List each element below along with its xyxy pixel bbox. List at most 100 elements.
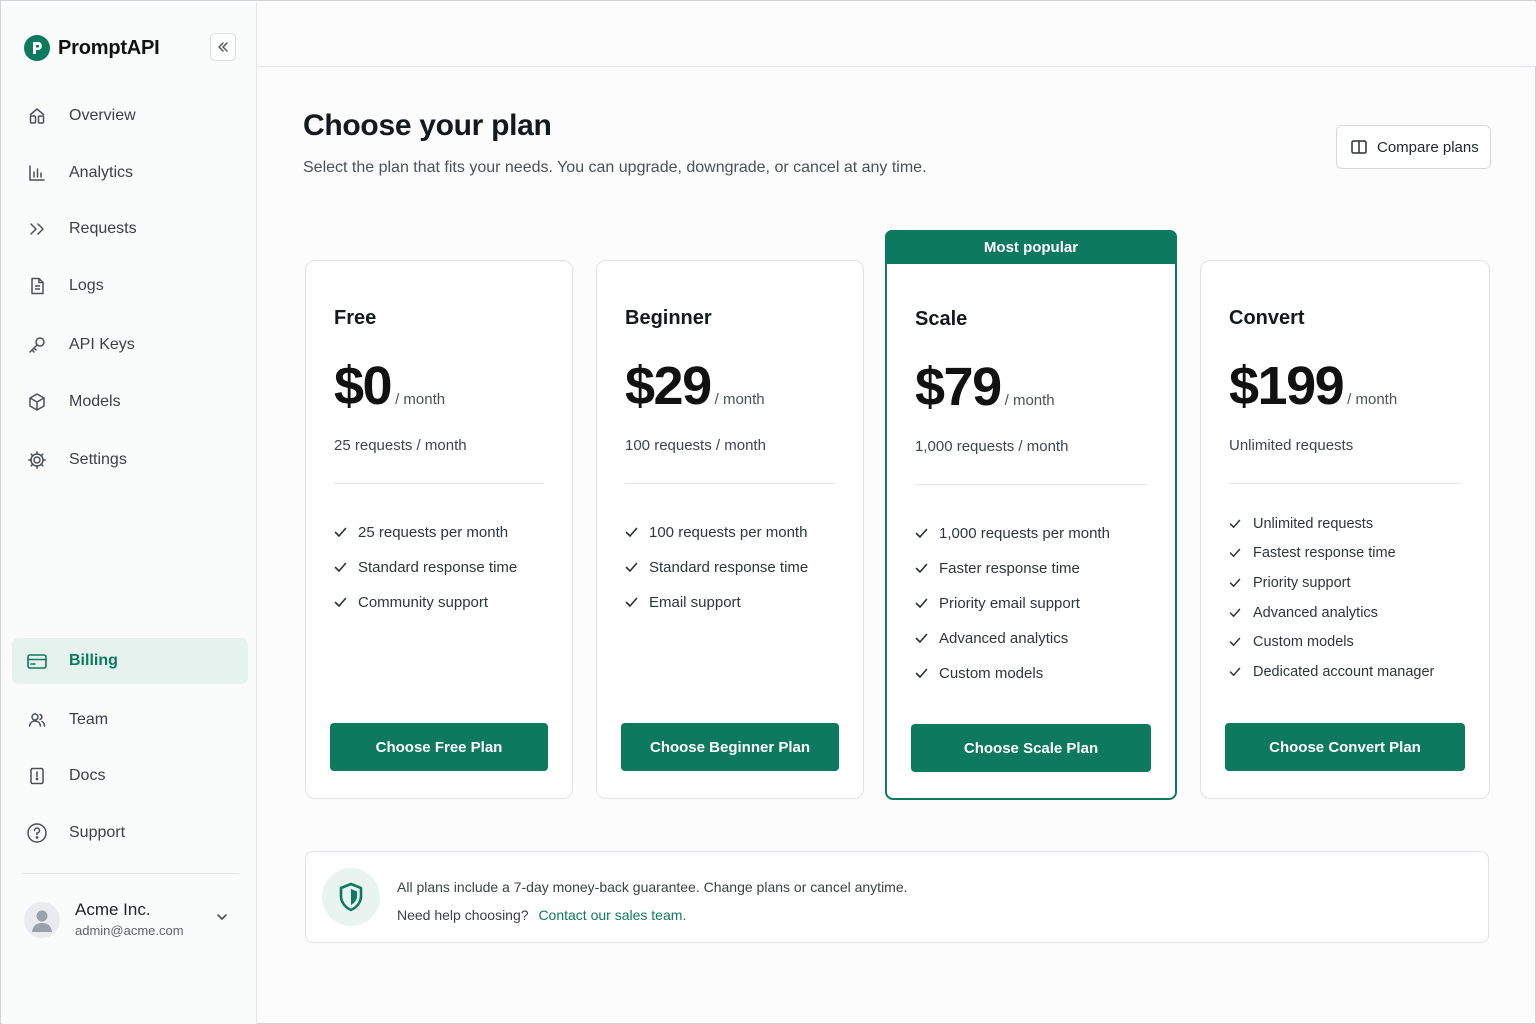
account-email: admin@acme.com: [75, 923, 184, 938]
feature-item: Standard response time: [334, 550, 517, 585]
check-icon: [625, 527, 639, 538]
help-prefix: Need help choosing?: [397, 907, 529, 923]
check-icon: [1229, 667, 1243, 677]
check-icon: [625, 562, 639, 573]
check-icon: [334, 527, 348, 538]
top-bar: [258, 2, 1536, 67]
feature-item: Faster response time: [915, 551, 1110, 586]
check-icon: [1229, 548, 1243, 558]
collapse-sidebar-button[interactable]: [210, 33, 236, 61]
feature-item: Advanced analytics: [1229, 598, 1434, 628]
gear-icon: [26, 449, 48, 471]
plan-divider: [334, 483, 544, 484]
sidebar-item-docs[interactable]: Docs: [12, 753, 248, 799]
plan-divider: [1229, 483, 1461, 484]
feature-text: Dedicated account manager: [1253, 663, 1435, 680]
price-period: / month: [1347, 391, 1398, 408]
brand-name: PromptAPI: [58, 36, 160, 59]
sidebar-divider: [22, 873, 239, 874]
choose-scale-plan-button[interactable]: Choose Scale Plan: [911, 724, 1151, 772]
chevrons-left-icon: [218, 42, 228, 52]
plan-divider: [915, 484, 1147, 485]
sidebar-item-requests[interactable]: Requests: [12, 206, 248, 252]
feature-list: Unlimited requests Fastest response time…: [1229, 509, 1434, 687]
feature-text: Unlimited requests: [1253, 515, 1374, 532]
feature-item: Advanced analytics: [915, 621, 1110, 656]
plan-quota: 100 requests / month: [625, 437, 766, 454]
feature-text: 1,000 requests per month: [939, 525, 1110, 542]
feature-item: Standard response time: [625, 550, 808, 585]
feature-text: Priority email support: [939, 595, 1080, 612]
price-period: / month: [1004, 392, 1055, 409]
home-icon: [26, 105, 48, 127]
feature-item: 100 requests per month: [625, 515, 808, 550]
price-amount: $199: [1229, 356, 1345, 416]
sidebar-item-label: Models: [69, 393, 121, 410]
sidebar-item-logs[interactable]: Logs: [12, 263, 248, 309]
feature-item: Priority email support: [915, 586, 1110, 621]
account-switcher[interactable]: Acme Inc. admin@acme.com: [24, 898, 239, 942]
contact-sales-link[interactable]: Contact our sales team.: [538, 907, 686, 923]
key-icon: [26, 334, 48, 356]
feature-text: Faster response time: [939, 560, 1080, 577]
sidebar-item-label: Settings: [69, 451, 127, 468]
sidebar-item-team[interactable]: Team: [12, 697, 248, 743]
sidebar-item-settings[interactable]: Settings: [12, 437, 248, 483]
plan-quota: Unlimited requests: [1229, 437, 1354, 454]
feature-list: 1,000 requests per month Faster response…: [915, 516, 1110, 691]
feature-text: Email support: [649, 594, 741, 611]
sidebar-item-label: Analytics: [69, 164, 134, 181]
check-icon: [915, 598, 929, 609]
price-amount: $79: [915, 357, 1002, 417]
feature-text: Fastest response time: [1253, 545, 1396, 562]
avatar: [24, 902, 60, 938]
plan-card-scale: Most popular Scale $79 / month 1,000 req…: [885, 230, 1177, 800]
most-popular-badge: Most popular: [885, 230, 1177, 264]
shield-icon: [322, 868, 380, 926]
check-icon: [915, 633, 929, 644]
sidebar-item-label: Overview: [69, 107, 136, 124]
sidebar: PromptAPI Overview Analytics Requests Lo…: [2, 2, 257, 1024]
chevron-down-icon[interactable]: [215, 910, 229, 929]
help-circle-icon: [26, 822, 48, 844]
page-title: Choose your plan: [303, 109, 552, 142]
choose-free-plan-button[interactable]: Choose Free Plan: [330, 723, 548, 771]
price-period: / month: [714, 391, 765, 408]
check-icon: [1229, 608, 1243, 618]
sidebar-item-overview[interactable]: Overview: [12, 93, 248, 139]
sidebar-item-label: API Keys: [69, 336, 135, 353]
guarantee-banner: All plans include a 7-day money-back gua…: [305, 851, 1489, 943]
sidebar-item-analytics[interactable]: Analytics: [12, 150, 248, 196]
sidebar-item-label: Support: [69, 824, 126, 841]
feature-text: 100 requests per month: [649, 524, 808, 541]
feature-text: Standard response time: [358, 559, 518, 576]
feature-item: Unlimited requests: [1229, 509, 1434, 539]
choose-beginner-plan-button[interactable]: Choose Beginner Plan: [621, 723, 839, 771]
credit-card-icon: [26, 650, 48, 672]
sidebar-item-models[interactable]: Models: [12, 379, 248, 425]
plan-quota: 1,000 requests / month: [915, 438, 1069, 455]
plan-name: Convert: [1229, 307, 1305, 329]
cube-icon: [26, 391, 48, 413]
columns-icon: [1351, 140, 1367, 154]
brand[interactable]: PromptAPI: [24, 34, 160, 62]
feature-list: 100 requests per month Standard response…: [625, 515, 808, 620]
check-icon: [915, 563, 929, 574]
feature-item: Custom models: [1229, 627, 1434, 657]
sidebar-item-api-keys[interactable]: API Keys: [12, 322, 248, 368]
sidebar-item-billing[interactable]: Billing: [12, 638, 248, 684]
check-icon: [625, 597, 639, 608]
sidebar-item-label: Team: [69, 711, 109, 728]
compare-plans-button[interactable]: Compare plans: [1336, 125, 1491, 169]
sidebar-item-label: Logs: [69, 277, 104, 294]
sidebar-item-support[interactable]: Support: [12, 810, 248, 856]
feature-item: Custom models: [915, 656, 1110, 691]
feature-text: Advanced analytics: [1253, 604, 1378, 621]
feature-text: Community support: [358, 594, 489, 611]
feature-item: 25 requests per month: [334, 515, 517, 550]
price-period: / month: [395, 391, 446, 408]
feature-item: Dedicated account manager: [1229, 657, 1434, 687]
plan-price: $199 / month: [1229, 355, 1397, 417]
feature-item: Email support: [625, 585, 808, 620]
choose-convert-plan-button[interactable]: Choose Convert Plan: [1225, 723, 1465, 771]
